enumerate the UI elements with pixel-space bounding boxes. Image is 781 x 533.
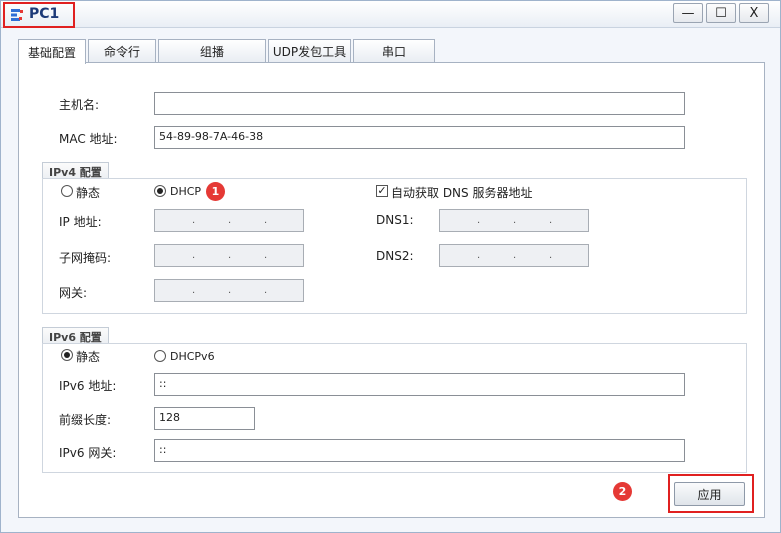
hostname-input[interactable] bbox=[154, 92, 685, 115]
gateway-label: 网关: bbox=[59, 286, 88, 300]
ipv6-address-label: IPv6 地址: bbox=[59, 379, 117, 393]
tab-udp-tool[interactable]: UDP发包工具 bbox=[268, 39, 351, 63]
tab-multicast[interactable]: 组播 bbox=[158, 39, 266, 63]
maximize-button[interactable]: ☐ bbox=[706, 3, 736, 23]
minimize-icon: — bbox=[681, 5, 695, 21]
ip-dot: . bbox=[192, 250, 196, 261]
title-highlight-box bbox=[3, 2, 75, 28]
prefix-length-label: 前缀长度: bbox=[59, 413, 112, 427]
ip-dot: . bbox=[477, 215, 481, 226]
ip-dot: . bbox=[264, 250, 268, 261]
ip-dot: . bbox=[228, 215, 232, 226]
close-button[interactable]: X bbox=[739, 3, 769, 23]
ipv4-dhcp-label: DHCP bbox=[170, 185, 202, 198]
ip-address-label: IP 地址: bbox=[59, 215, 102, 229]
close-icon: X bbox=[749, 5, 759, 21]
dhcpv6-radio[interactable] bbox=[154, 350, 166, 362]
auto-dns-label: 自动获取 DNS 服务器地址 bbox=[391, 186, 533, 200]
ipv6-address-field[interactable]: :: bbox=[154, 373, 685, 396]
prefix-length-field[interactable]: 128 bbox=[154, 407, 255, 430]
apply-button[interactable]: 应用 bbox=[674, 482, 745, 506]
minimize-button[interactable]: — bbox=[673, 3, 703, 23]
step-2-badge: 2 bbox=[613, 482, 632, 501]
pc1-window: PC1 — ☐ X 基础配置 命令行 组播 UDP发包工具 串口 主机名: MA… bbox=[0, 0, 781, 533]
ip-dot: . bbox=[228, 285, 232, 296]
tab-basic-config[interactable]: 基础配置 bbox=[18, 39, 86, 64]
ip-dot: . bbox=[264, 215, 268, 226]
tab-command-line[interactable]: 命令行 bbox=[88, 39, 156, 63]
title-bar[interactable]: PC1 — ☐ X bbox=[1, 1, 780, 28]
tab-serial[interactable]: 串口 bbox=[353, 39, 435, 63]
ip-dot: . bbox=[228, 250, 232, 261]
dns2-field[interactable]: . . . bbox=[439, 244, 589, 267]
maximize-icon: ☐ bbox=[715, 5, 727, 21]
ipv6-gateway-label: IPv6 网关: bbox=[59, 446, 117, 460]
auto-dns-checkbox[interactable]: ✓ bbox=[376, 185, 388, 197]
subnet-mask-field[interactable]: . . . bbox=[154, 244, 304, 267]
ipv4-static-label: 静态 bbox=[76, 186, 101, 200]
ipv6-static-radio[interactable] bbox=[61, 349, 73, 361]
mac-address-field[interactable]: 54-89-98-7A-46-38 bbox=[154, 126, 685, 149]
hostname-label: 主机名: bbox=[59, 98, 100, 112]
step-1-badge: 1 bbox=[206, 182, 225, 201]
ip-dot: . bbox=[513, 215, 517, 226]
ipv4-group-title: IPv4 配置 bbox=[42, 162, 109, 179]
dns1-label: DNS1: bbox=[376, 213, 414, 227]
ip-dot: . bbox=[549, 215, 553, 226]
ip-dot: . bbox=[192, 285, 196, 296]
ipv4-dhcp-radio[interactable] bbox=[154, 185, 166, 197]
subnet-mask-label: 子网掩码: bbox=[59, 251, 112, 265]
dhcpv6-label: DHCPv6 bbox=[170, 350, 215, 363]
ip-dot: . bbox=[192, 215, 196, 226]
gateway-field[interactable]: . . . bbox=[154, 279, 304, 302]
mac-label: MAC 地址: bbox=[59, 132, 118, 146]
ip-dot: . bbox=[477, 250, 481, 261]
ip-address-field[interactable]: . . . bbox=[154, 209, 304, 232]
ipv6-group-title: IPv6 配置 bbox=[42, 327, 109, 344]
basic-config-panel: 主机名: MAC 地址: 54-89-98-7A-46-38 IPv4 配置 静… bbox=[18, 62, 765, 518]
ipv6-gateway-field[interactable]: :: bbox=[154, 439, 685, 462]
ip-dot: . bbox=[513, 250, 517, 261]
ipv6-static-label: 静态 bbox=[76, 350, 101, 364]
ip-dot: . bbox=[264, 285, 268, 296]
dns1-field[interactable]: . . . bbox=[439, 209, 589, 232]
dns2-label: DNS2: bbox=[376, 249, 414, 263]
ip-dot: . bbox=[549, 250, 553, 261]
ipv4-static-radio[interactable] bbox=[61, 185, 73, 197]
